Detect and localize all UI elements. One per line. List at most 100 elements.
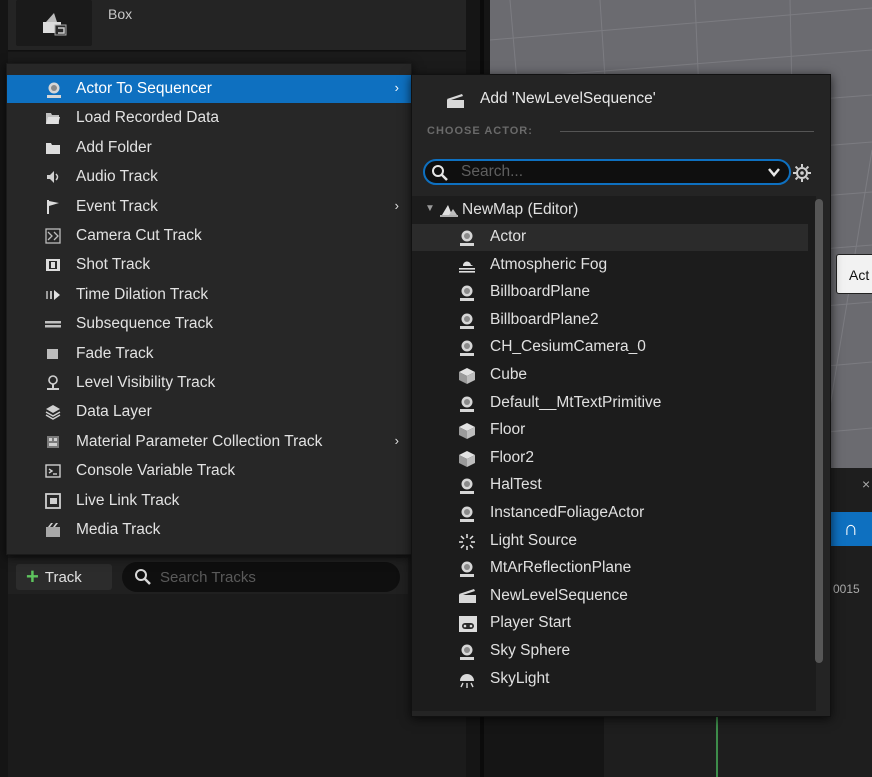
actor-list-item[interactable]: Atmospheric Fog [412,252,808,279]
menu-item-label: Fade Track [76,344,154,362]
actor-list-item[interactable]: Sky Sphere [412,638,808,665]
tree-root-label: NewMap (Editor) [462,201,579,218]
chevron-down-icon[interactable] [767,165,781,179]
fog-icon [458,257,476,275]
menu-item-label: Material Parameter Collection Track [76,432,323,450]
actor-label: Player Start [490,614,571,632]
actor-icon [458,229,476,247]
actor-list-item[interactable]: HalTest [412,472,808,499]
chevron-right-icon: › [394,197,399,213]
actor-label: SkyLight [490,669,550,687]
static-mesh-icon [458,367,476,385]
actor-label: Sky Sphere [490,642,571,659]
box-item-label[interactable]: Box [108,6,132,22]
menu-item-label: Add Folder [76,138,152,156]
add-track-label: Track [44,568,82,586]
menu-item-add-folder[interactable]: Add Folder [7,134,411,162]
menu-item-label: Audio Track [76,168,158,186]
actor-icon [458,395,476,413]
actor-label: NewLevelSequence [490,586,628,604]
actor-icon [45,81,61,98]
actor-list-item[interactable]: Cube [412,362,808,389]
menu-item-label: Level Visibility Track [76,374,216,391]
map-icon [440,205,458,217]
menu-item-live-link-track[interactable]: Live Link Track [7,487,411,515]
live-link-icon [45,492,61,509]
menu-item-label: Console Variable Track [76,462,236,480]
actor-list-item[interactable]: InstancedFoliageActor [412,500,808,527]
actor-list-item[interactable]: SkyLight [412,666,808,693]
media-icon [45,522,61,538]
menu-item-camera-cut-track[interactable]: Camera Cut Track [7,222,411,250]
skylight-icon [458,671,476,689]
actor-list-item[interactable]: CH_CesiumCamera_0 [412,334,808,361]
menu-item-label: Time Dilation Track [76,285,209,303]
actor-search-field[interactable] [423,159,791,185]
menu-item-label: Camera Cut Track [76,227,202,244]
camera-cut-icon [45,228,61,244]
actor-search-input[interactable] [461,163,751,181]
speaker-icon [45,169,61,185]
add-track-button[interactable]: + Track [16,564,112,590]
search-icon [135,569,151,585]
static-mesh-icon [458,450,476,468]
actor-list-item[interactable]: Floor2 [412,445,808,472]
actor-list-item[interactable]: BillboardPlane [412,279,808,306]
menu-item-actor-to-sequencer[interactable]: Actor To Sequencer › [7,75,411,103]
snap-magnet-button[interactable]: ∩ [830,512,872,546]
player-start-icon [458,615,477,633]
menu-item-material-parameter-collection-track[interactable]: Material Parameter Collection Track › [7,428,411,456]
menu-item-data-layer[interactable]: Data Layer [7,398,411,426]
film-icon [45,257,61,273]
gear-icon[interactable] [793,164,811,182]
actor-list-item[interactable]: MtArReflectionPlane [412,555,808,582]
actor-list-scrollbar[interactable] [815,199,823,663]
actor-icon [458,560,476,578]
menu-item-console-variable-track[interactable]: Console Variable Track [7,457,411,485]
actor-list-item[interactable]: Default__MtTextPrimitive [412,390,808,417]
actor-icon [458,284,476,302]
menu-item-fade-track[interactable]: Fade Track [7,340,411,368]
menu-item-label: Load Recorded Data [76,109,220,127]
time-dilation-icon [45,287,61,303]
menu-item-event-track[interactable]: Event Track › [7,193,411,221]
folder-open-icon [45,110,61,126]
actor-label: Cube [490,366,528,383]
actor-label: Light Source [490,531,578,549]
actor-list-item[interactable]: BillboardPlane2 [412,307,808,334]
timeline-frame-number: 0015 [833,582,860,596]
menu-item-shot-track[interactable]: Shot Track [7,251,411,279]
actor-list-item[interactable]: Light Source [412,528,808,555]
menu-item-level-visibility-track[interactable]: Level Visibility Track [7,369,411,397]
menu-item-label: Subsequence Track [76,315,214,333]
plus-icon: + [26,564,39,589]
menu-item-load-recorded-data[interactable]: Load Recorded Data [7,104,411,132]
actor-to-sequencer-submenu: Add 'NewLevelSequence' CHOOSE ACTOR: ▼ N… [411,74,831,717]
actor-list-item[interactable]: Player Start [412,610,808,637]
light-source-icon [458,533,476,551]
fade-icon [45,346,61,362]
actor-list-item[interactable]: NewLevelSequence [412,583,808,610]
menu-item-audio-track[interactable]: Audio Track [7,163,411,191]
actor-label: Actor [490,228,527,245]
add-sequence-item[interactable]: Add 'NewLevelSequence' [412,89,830,113]
tree-expand-icon[interactable]: ▼ [425,203,435,214]
close-tab-icon[interactable]: × [862,476,870,492]
chevron-right-icon: › [394,432,399,448]
menu-item-media-track[interactable]: Media Track [7,516,411,544]
actor-icon [458,505,476,523]
folder-icon [45,140,61,156]
add-track-menu: Actor To Sequencer › Load Recorded Data Add… [6,63,412,555]
menu-item-time-dilation-track[interactable]: Time Dilation Track [7,281,411,309]
tree-root-newmap[interactable]: ▼ NewMap (Editor) [412,197,816,223]
viewport-actor-label[interactable]: Act [836,254,872,294]
search-tracks-field[interactable]: Search Tracks [122,562,400,592]
actor-label: BillboardPlane [490,283,590,301]
menu-item-label: Data Layer [76,403,152,421]
actor-list-item[interactable]: Floor [412,417,808,444]
menu-item-subsequence-track[interactable]: Subsequence Track [7,310,411,338]
choose-actor-heading: CHOOSE ACTOR: [427,125,533,137]
actor-label: HalTest [490,476,542,494]
actor-list-item[interactable]: Actor [412,224,808,251]
box-thumbnail[interactable] [16,0,92,46]
